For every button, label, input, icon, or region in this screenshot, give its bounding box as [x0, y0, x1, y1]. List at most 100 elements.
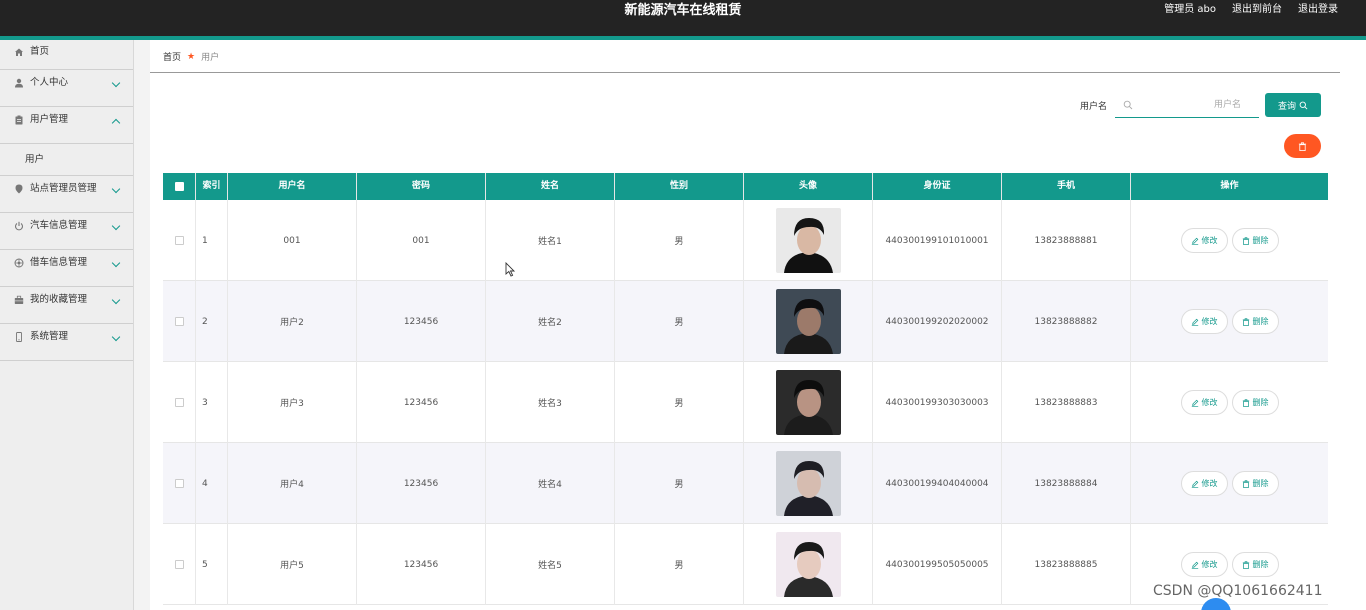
edit-icon: [1191, 399, 1198, 407]
row-actions: 修改 删除: [1131, 362, 1328, 443]
avatar: [775, 208, 841, 273]
row-actions: 修改 删除: [1131, 281, 1328, 362]
row-checkbox[interactable]: [174, 479, 184, 488]
delete-button[interactable]: 删除: [1231, 390, 1279, 415]
row-name: 姓名3: [486, 362, 615, 443]
row-gender: 男: [615, 281, 744, 362]
phone-icon: [16, 332, 22, 342]
edit-button[interactable]: 修改: [1180, 471, 1228, 496]
chevron-down-icon: [111, 78, 121, 88]
header-name: 姓名: [486, 173, 615, 200]
wheel-icon: [14, 258, 24, 268]
row-avatar-cell: [744, 524, 873, 605]
top-links: 管理员 abo 退出到前台 退出登录: [1164, 0, 1338, 20]
sidebar-item-personal-center[interactable]: 个人中心: [0, 70, 133, 107]
search-input[interactable]: [1137, 96, 1241, 114]
row-password: 001: [357, 200, 486, 281]
clipboard-icon: [15, 115, 23, 125]
delete-button-label: 删除: [1252, 479, 1269, 488]
delete-button[interactable]: 删除: [1231, 552, 1279, 577]
sidebar-item-car-info[interactable]: 汽车信息管理: [0, 213, 133, 250]
user-table: 索引 用户名 密码 姓名 性别 头像 身份证 手机 操作 1 001 001 姓…: [163, 173, 1328, 605]
row-index: 5: [196, 524, 228, 605]
edit-button-label: 修改: [1201, 560, 1218, 569]
sidebar-subitem-users[interactable]: 用户: [0, 144, 133, 176]
row-phone: 13823888883: [1002, 362, 1131, 443]
sidebar-item-label: 借车信息管理: [30, 257, 88, 268]
row-select-cell: [163, 443, 196, 524]
row-password: 123456: [357, 281, 486, 362]
header-select-all[interactable]: [163, 173, 196, 200]
edit-button[interactable]: 修改: [1180, 309, 1228, 334]
table-row: 4 用户4 123456 姓名4 男 440300199404040004 13…: [163, 443, 1328, 524]
row-id-card: 440300199303030003: [873, 362, 1002, 443]
sidebar-item-label: 系统管理: [30, 331, 69, 342]
row-checkbox[interactable]: [174, 398, 184, 407]
edit-button[interactable]: 修改: [1180, 228, 1228, 253]
table-header: 索引 用户名 密码 姓名 性别 头像 身份证 手机 操作: [163, 173, 1328, 200]
row-avatar-cell: [744, 362, 873, 443]
avatar: [775, 370, 841, 435]
edit-button-label: 修改: [1201, 236, 1218, 245]
select-all-checkbox[interactable]: [174, 182, 184, 191]
search-icon: [1299, 101, 1308, 109]
search-icon: [1123, 100, 1133, 110]
sidebar-item-user-management[interactable]: 用户管理: [0, 107, 133, 144]
sidebar-item-system[interactable]: 系统管理: [0, 324, 133, 361]
sidebar-item-label: 首页: [30, 46, 50, 57]
user-icon: [15, 78, 23, 88]
row-id-card: 440300199202020002: [873, 281, 1002, 362]
briefcase-icon: [14, 295, 24, 304]
query-button[interactable]: 查询: [1265, 93, 1321, 117]
edit-icon: [1191, 237, 1198, 245]
sidebar: 首页 个人中心 用户管理 用户 站点管理员管理 汽车信息管理 借车信息管理 我的…: [0, 40, 134, 610]
row-index: 2: [196, 281, 228, 362]
star-icon: ★: [187, 51, 196, 62]
chevron-down-icon: [111, 332, 121, 342]
sidebar-item-station-admin[interactable]: 站点管理员管理: [0, 176, 133, 213]
main-content: 首页 ★ 用户 用户名 查询 索引 用户名 密码 姓名 性别 头像 身份证 手机…: [150, 40, 1366, 610]
row-select-cell: [163, 200, 196, 281]
exit-to-front-link[interactable]: 退出到前台: [1232, 0, 1282, 20]
admin-label: 管理员 abo: [1164, 4, 1216, 15]
delete-button-label: 删除: [1252, 398, 1269, 407]
breadcrumb-home[interactable]: 首页: [163, 50, 181, 63]
delete-button[interactable]: 删除: [1231, 471, 1279, 496]
row-checkbox[interactable]: [174, 317, 184, 326]
sidebar-item-borrow-info[interactable]: 借车信息管理: [0, 250, 133, 287]
row-select-cell: [163, 362, 196, 443]
edit-button[interactable]: 修改: [1180, 390, 1228, 415]
row-id-card: 440300199404040004: [873, 443, 1002, 524]
mouse-cursor-icon: [505, 262, 516, 277]
trash-icon: [1242, 398, 1249, 407]
edit-button[interactable]: 修改: [1180, 552, 1228, 577]
delete-button[interactable]: 删除: [1231, 309, 1279, 334]
batch-delete-button[interactable]: [1284, 134, 1321, 158]
sidebar-item-favorites[interactable]: 我的收藏管理: [0, 287, 133, 324]
row-password: 123456: [357, 362, 486, 443]
search-box: [1115, 93, 1259, 118]
sidebar-item-label: 汽车信息管理: [30, 220, 88, 231]
row-actions: 修改 删除: [1131, 200, 1328, 281]
app-title: 新能源汽车在线租赁: [624, 3, 742, 18]
row-index: 1: [196, 200, 228, 281]
breadcrumb-current: 用户: [201, 53, 220, 63]
delete-button-label: 删除: [1252, 317, 1269, 326]
row-id-card: 440300199505050005: [873, 524, 1002, 605]
chevron-up-icon: [111, 118, 121, 128]
row-gender: 男: [615, 443, 744, 524]
row-gender: 男: [615, 524, 744, 605]
row-id-card: 440300199101010001: [873, 200, 1002, 281]
row-avatar-cell: [744, 443, 873, 524]
row-checkbox[interactable]: [174, 560, 184, 569]
home-icon: [15, 48, 23, 56]
row-phone: 13823888882: [1002, 281, 1131, 362]
row-select-cell: [163, 524, 196, 605]
logout-link[interactable]: 退出登录: [1298, 0, 1338, 20]
row-checkbox[interactable]: [174, 236, 184, 245]
delete-button[interactable]: 删除: [1231, 228, 1279, 253]
breadcrumb: 首页 ★ 用户: [163, 50, 220, 64]
delete-button-label: 删除: [1252, 236, 1269, 245]
sidebar-item-home[interactable]: 首页: [0, 40, 133, 70]
breadcrumb-divider: [150, 72, 1340, 73]
